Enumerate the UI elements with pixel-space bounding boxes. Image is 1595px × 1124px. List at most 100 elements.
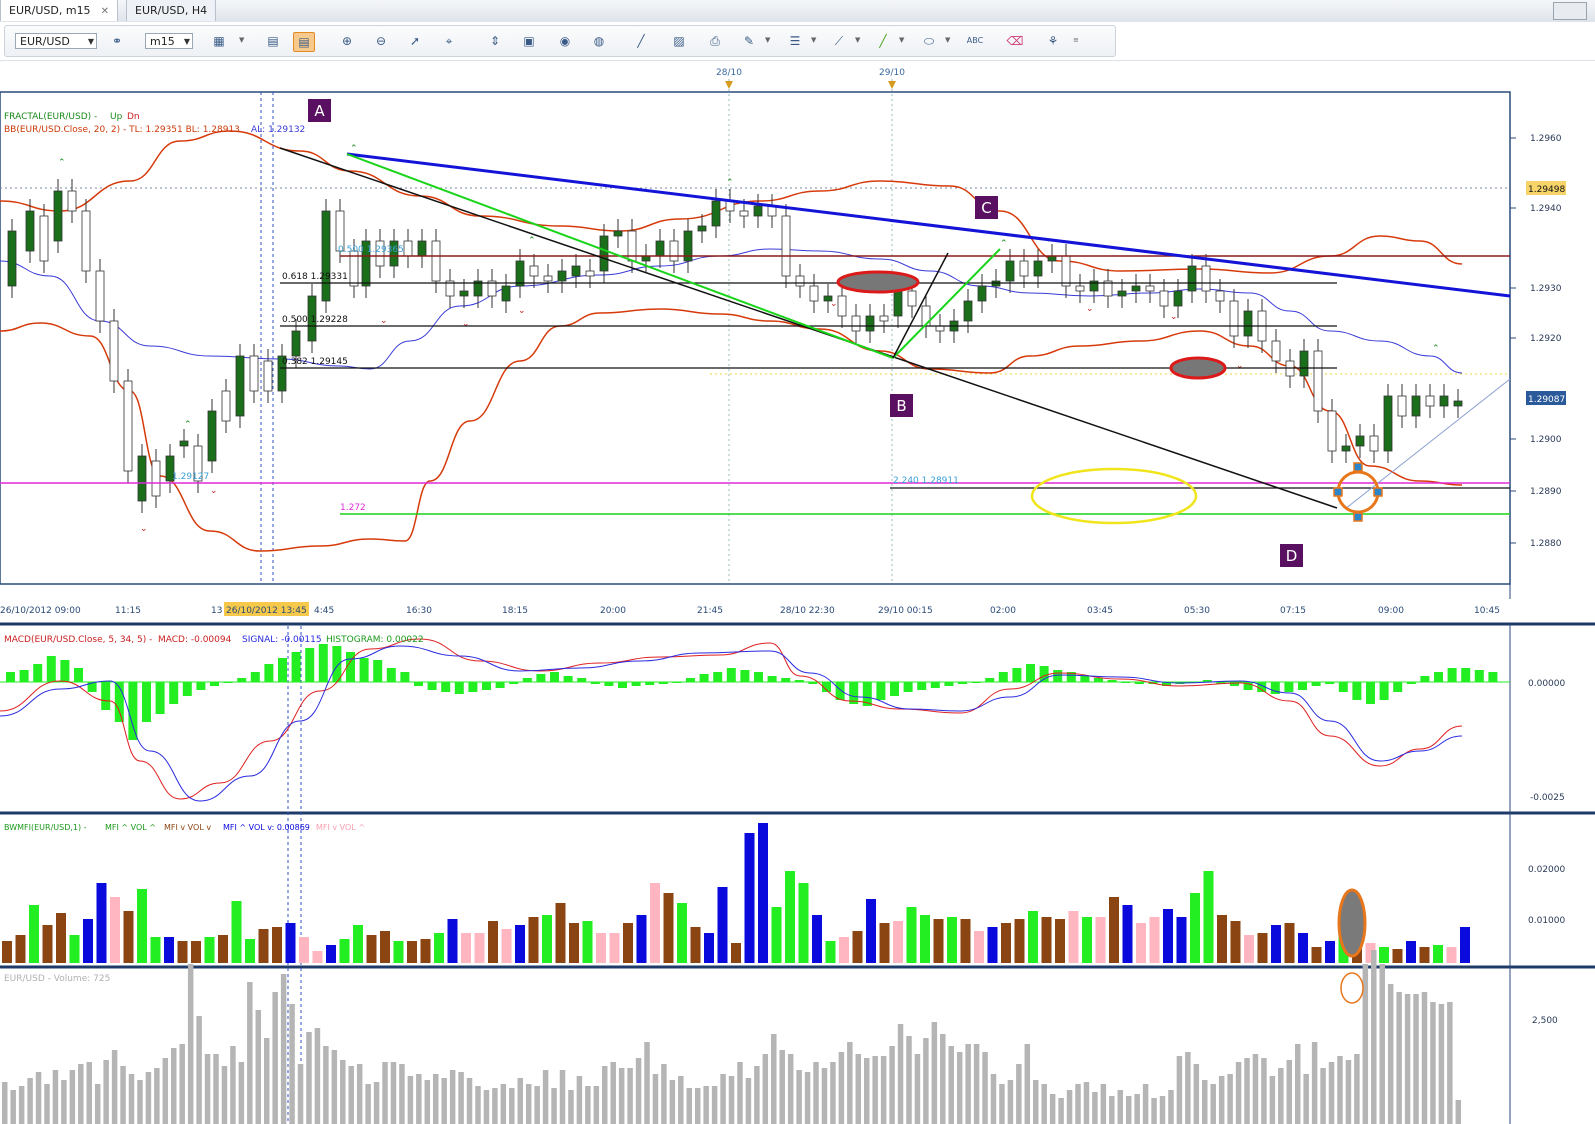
ellipse-icon[interactable]: ⬭ [919, 32, 939, 50]
fib-label: 0.500 1.29228 [282, 315, 348, 325]
mfi-bar [1217, 915, 1227, 963]
macd-histogram-bar [155, 682, 165, 714]
tab-eurusd-m15[interactable]: EUR/USD, m15 ✕ [0, 0, 118, 21]
candle-body [753, 205, 763, 217]
print-icon[interactable]: ⎙ [705, 32, 725, 50]
candle-body [95, 270, 105, 322]
handle-icon[interactable] [1353, 462, 1363, 472]
lines-icon[interactable]: ☰ [785, 32, 805, 50]
mfi-bar [407, 941, 417, 963]
volume-bar [458, 1072, 464, 1124]
fit-icon[interactable]: ⇕ [485, 32, 505, 50]
ruler-icon[interactable]: ╱ [631, 32, 651, 50]
mfi-bar [1203, 871, 1214, 963]
eraser-icon[interactable]: ⌫ [1005, 32, 1025, 50]
volume-bar [990, 1074, 997, 1124]
time-axis-label: 02:00 [990, 606, 1016, 616]
volume-bar [1404, 994, 1411, 1124]
mfi-bar [2, 941, 12, 963]
mfi-bar [83, 919, 93, 963]
macd-histogram-bar [414, 682, 423, 686]
menu-overflow-icon[interactable]: ≡ [1073, 36, 1079, 44]
volume-bar [449, 1070, 456, 1124]
volume-bar [644, 1042, 650, 1124]
mfi-bar [1190, 893, 1200, 963]
volume-bar [889, 1046, 895, 1124]
volume-bar [247, 982, 253, 1124]
volume-bar [855, 1054, 862, 1124]
macd-histogram-bar [278, 658, 287, 682]
macd-histogram-bar [237, 678, 247, 682]
fib-icon[interactable]: ⟋ [829, 32, 849, 50]
chevron-down-icon[interactable]: ▼ [945, 36, 950, 44]
chart-area[interactable]: 28/10 29/10 ⌃⌃⌃⌃⌃⌃ ⌃⌃⌄⌄⌄ ⌄⌄⌄ ⌄⌄⌄ABCD0.618 1.… [0, 61, 1595, 1124]
volume-bar [1278, 1068, 1284, 1124]
candle-body [893, 290, 903, 317]
volume-bar [1168, 1090, 1174, 1124]
macd-signal-value: SIGNAL: -0.00115 [242, 635, 322, 645]
candle-body [851, 315, 861, 332]
volume-bar [804, 1072, 811, 1124]
macd-histogram-bar [332, 646, 342, 682]
chevron-down-icon[interactable]: ▼ [239, 36, 244, 44]
close-tab-icon[interactable]: ✕ [101, 6, 109, 17]
handle-icon[interactable] [1373, 487, 1383, 497]
candle-body [515, 260, 525, 287]
candle-body [1327, 410, 1337, 452]
volume-bar [272, 992, 278, 1124]
layout-icon[interactable]: ▤ [263, 32, 283, 50]
image-icon[interactable]: ▨ [669, 32, 689, 50]
volume-bar [103, 1060, 109, 1124]
handle-icon[interactable] [1353, 512, 1363, 522]
zoom-out-icon[interactable]: ⊖ [371, 32, 391, 50]
handle-icon[interactable] [1333, 487, 1343, 497]
candle-body [1439, 395, 1449, 407]
candle-body [1313, 350, 1323, 412]
bar-style-icon[interactable]: ▦ [209, 32, 229, 50]
volume-bar [111, 1050, 118, 1124]
macd-histogram-bar [890, 682, 899, 696]
candle-body [1299, 350, 1309, 377]
macd-histogram-bar [1447, 668, 1457, 682]
price-axis-label: 1.2880 [1530, 539, 1562, 549]
mfi-bar [488, 921, 498, 963]
macd-histogram-bar [1080, 676, 1090, 682]
mfi-bar [744, 833, 755, 963]
macd-histogram-bar [359, 658, 369, 682]
mfi-bar [1014, 919, 1025, 963]
tab-eurusd-h4[interactable]: EUR/USD, H4 [126, 0, 217, 21]
fib-label: 0.382 1.29145 [282, 357, 348, 367]
window-restore-button[interactable] [1553, 2, 1587, 20]
cursor-icon[interactable]: ➚ [405, 32, 425, 50]
mfi-bar [920, 915, 930, 963]
volume-bar [492, 1088, 498, 1124]
crosshair-icon[interactable]: ⌖ [439, 32, 459, 50]
eye-icon[interactable]: ◉ [555, 32, 575, 50]
objects-icon[interactable]: ⚘ [1043, 32, 1063, 50]
chevron-down-icon[interactable]: ▼ [811, 36, 816, 44]
highlight-ellipse [836, 270, 920, 294]
globe-icon[interactable]: ◍ [589, 32, 609, 50]
volume-bar [948, 1046, 954, 1124]
chevron-down-icon[interactable]: ▼ [899, 36, 904, 44]
chevron-down-icon[interactable]: ▼ [765, 36, 770, 44]
volume-bar [847, 1042, 853, 1124]
layout-active-icon[interactable]: ▤ [293, 32, 315, 52]
link-icon[interactable]: ⚭ [107, 32, 127, 50]
macd-histogram-bar [985, 678, 995, 682]
bb-indicator-title: BB(EUR/USD.Close, 20, 2) - TL: 1.29351 B… [4, 125, 240, 135]
candle-body [585, 270, 595, 277]
trendline-icon[interactable]: ╱ [873, 32, 893, 50]
volume-bar [289, 1004, 295, 1124]
symbol-select[interactable]: EUR/USD ▼ [15, 33, 97, 49]
volume-bar [213, 1054, 219, 1124]
candle-body [1425, 395, 1435, 407]
pen-icon[interactable]: ✎ [739, 32, 759, 50]
volume-bar [1371, 950, 1377, 1124]
volume-bar [1430, 1002, 1436, 1124]
zoom-in-icon[interactable]: ⊕ [337, 32, 357, 50]
timeframe-select[interactable]: m15 ▼ [145, 33, 193, 49]
chevron-down-icon[interactable]: ▼ [855, 36, 860, 44]
template-icon[interactable]: ▣ [519, 32, 539, 50]
text-icon[interactable]: ABC [965, 32, 985, 50]
